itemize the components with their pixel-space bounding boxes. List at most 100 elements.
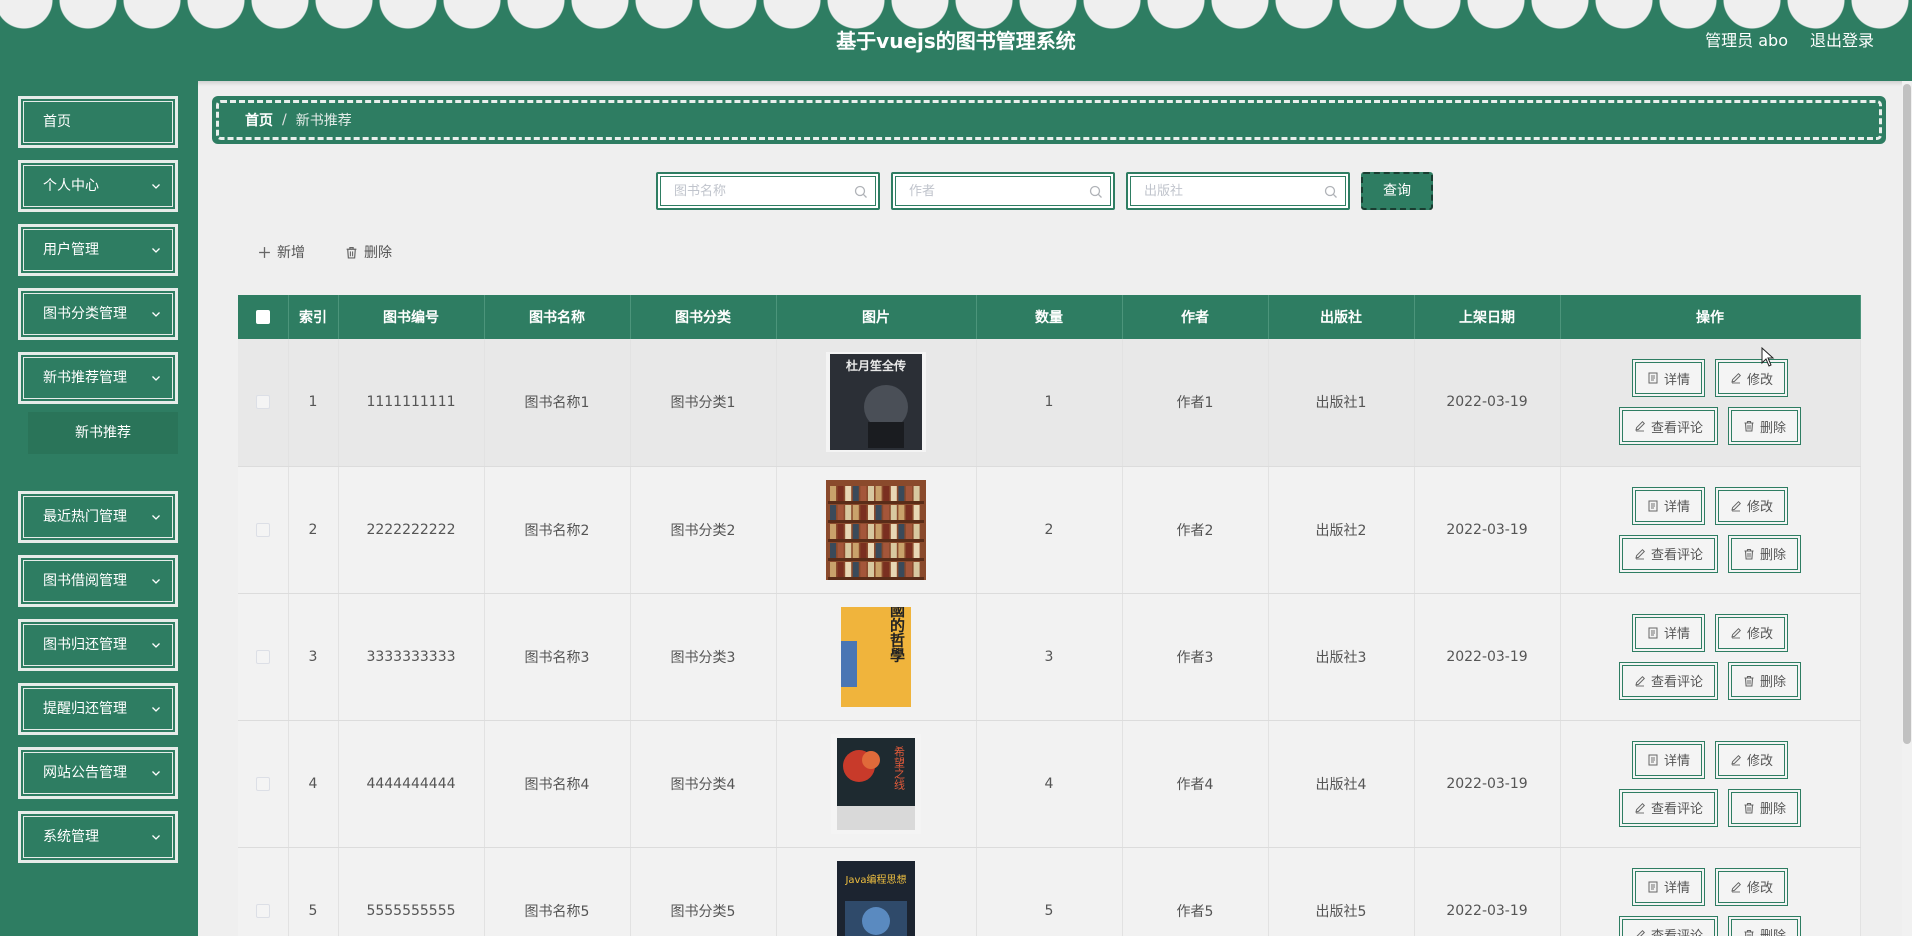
detail-button[interactable]: 详情: [1631, 486, 1705, 525]
author-cell: 作者5: [1122, 847, 1269, 936]
author-cell: 作者2: [1122, 466, 1269, 594]
row-checkbox[interactable]: [255, 776, 270, 791]
sidebar-item-0[interactable]: 首页: [18, 96, 178, 148]
column-header: 图片: [776, 295, 977, 339]
add-button[interactable]: 新增: [258, 240, 305, 264]
edit-button[interactable]: 修改: [1715, 613, 1789, 652]
row-checkbox[interactable]: [255, 903, 270, 918]
column-header: 数量: [976, 295, 1123, 339]
view-comments-label: 查看评论: [1650, 420, 1703, 436]
pencil-icon: [1635, 802, 1645, 813]
row-delete-button[interactable]: 删除: [1728, 788, 1802, 827]
column-header: 出版社: [1268, 295, 1415, 339]
book-cover-title: 杜月笙全传: [846, 358, 906, 373]
book-name-search-input[interactable]: [674, 182, 844, 200]
sidebar-item-2[interactable]: 用户管理: [18, 224, 178, 276]
view-comments-button[interactable]: 查看评论: [1618, 661, 1718, 700]
row-delete-label: 删除: [1760, 420, 1787, 436]
edit-button-label: 修改: [1747, 372, 1774, 388]
author-search-input[interactable]: [909, 182, 1079, 200]
view-comments-label: 查看评论: [1650, 802, 1703, 817]
row-checkbox[interactable]: [255, 649, 270, 664]
quantity-cell: 3: [976, 593, 1123, 721]
scrollbar-thumb[interactable]: [1903, 84, 1911, 744]
shelf-date-cell: 2022-03-19: [1414, 593, 1561, 721]
query-button[interactable]: 查询: [1361, 172, 1433, 210]
book-name-search-field[interactable]: [656, 172, 880, 210]
row-actions-bottom: 查看评论 删除: [1618, 661, 1802, 700]
admin-user-label[interactable]: 管理员 abo: [1705, 30, 1788, 52]
logout-button[interactable]: 退出登录: [1810, 30, 1874, 52]
row-actions-bottom: 查看评论 删除: [1618, 407, 1802, 446]
sidebar-item-6[interactable]: 图书借阅管理: [18, 555, 178, 607]
search-icon: [854, 185, 867, 198]
column-header: 图书名称: [484, 295, 631, 339]
publisher-search-field[interactable]: [1126, 172, 1350, 210]
breadcrumb-inner: 首页 / 新书推荐: [216, 100, 1882, 140]
document-icon: [1648, 372, 1658, 384]
publisher-cell: 出版社3: [1268, 593, 1415, 721]
sidebar-item-10[interactable]: 系统管理: [18, 811, 178, 863]
edit-button[interactable]: 修改: [1715, 486, 1789, 525]
sidebar-item-9[interactable]: 网站公告管理: [18, 747, 178, 799]
index-cell: 3: [288, 593, 339, 721]
row-delete-label: 删除: [1760, 675, 1787, 690]
author-search-field[interactable]: [891, 172, 1115, 210]
add-button-label: 新增: [277, 245, 305, 261]
sidebar-item-4[interactable]: 新书推荐管理: [18, 352, 178, 404]
column-header: 索引: [288, 295, 339, 339]
detail-button[interactable]: 详情: [1631, 740, 1705, 779]
table-header-row: 索引 图书编号 图书名称 图书分类 图片 数量 作者 出版社 上架日期 操作: [238, 295, 1861, 339]
row-actions: 详情 修改 查看评论 删除: [1561, 740, 1860, 827]
book-category-cell: 图书分类2: [630, 466, 777, 594]
view-comments-button[interactable]: 查看评论: [1618, 407, 1718, 446]
plus-icon: [259, 246, 270, 258]
row-delete-button[interactable]: 删除: [1728, 915, 1802, 936]
select-all-checkbox[interactable]: [255, 310, 270, 324]
sidebar-item-5[interactable]: 最近热门管理: [18, 491, 178, 543]
row-checkbox[interactable]: [255, 395, 270, 410]
index-cell: 2: [288, 466, 339, 594]
view-comments-button[interactable]: 查看评论: [1618, 915, 1718, 936]
breadcrumb-home-link[interactable]: 首页: [245, 110, 273, 130]
author-cell: 作者3: [1122, 593, 1269, 721]
view-comments-button[interactable]: 查看评论: [1618, 534, 1718, 573]
sidebar-item-label: 系统管理: [43, 829, 99, 845]
sidebar-item-label: 网站公告管理: [43, 765, 127, 781]
pencil-icon: [1635, 421, 1645, 432]
chevron-down-icon: [152, 643, 160, 648]
batch-delete-button[interactable]: 删除: [345, 240, 392, 264]
row-actions-top: 详情 修改: [1631, 867, 1789, 906]
author-cell: 作者4: [1122, 720, 1269, 848]
edit-button[interactable]: 修改: [1715, 359, 1789, 398]
sidebar-item-8[interactable]: 提醒归还管理: [18, 683, 178, 735]
sidebar-item-7[interactable]: 图书归还管理: [18, 619, 178, 671]
book-code-cell: 1111111111: [338, 339, 485, 467]
row-delete-label: 删除: [1760, 548, 1787, 563]
row-delete-button[interactable]: 删除: [1728, 661, 1802, 700]
view-comments-button[interactable]: 查看评论: [1618, 788, 1718, 827]
detail-button[interactable]: 详情: [1631, 359, 1705, 398]
chevron-down-icon: [152, 771, 160, 776]
row-checkbox[interactable]: [255, 522, 270, 537]
sidebar-item-1[interactable]: 个人中心: [18, 160, 178, 212]
pencil-icon: [1731, 881, 1742, 892]
sidebar-item-3[interactable]: 图书分类管理: [18, 288, 178, 340]
chevron-down-icon: [152, 515, 160, 520]
book-cover-image: 杜月笙全传: [826, 352, 926, 453]
publisher-search-input[interactable]: [1144, 182, 1314, 200]
detail-button[interactable]: 详情: [1631, 613, 1705, 652]
edit-button[interactable]: 修改: [1715, 867, 1789, 906]
row-delete-button[interactable]: 删除: [1728, 534, 1802, 573]
row-actions: 详情 修改 查看评论 删除: [1561, 359, 1860, 446]
quantity-cell: 1: [976, 339, 1123, 467]
shelf-date-cell: 2022-03-19: [1414, 720, 1561, 848]
detail-button[interactable]: 详情: [1631, 867, 1705, 906]
edit-button[interactable]: 修改: [1715, 740, 1789, 779]
shelf-date-cell: 2022-03-19: [1414, 339, 1561, 467]
view-comments-label: 查看评论: [1650, 548, 1703, 563]
book-name-cell: 图书名称3: [484, 593, 631, 721]
top-header: 基于vuejs的图书管理系统 管理员 abo 退出登录: [0, 0, 1912, 81]
sidebar-subitem-new-books[interactable]: 新书推荐: [28, 412, 178, 454]
row-delete-button[interactable]: 删除: [1728, 407, 1802, 446]
